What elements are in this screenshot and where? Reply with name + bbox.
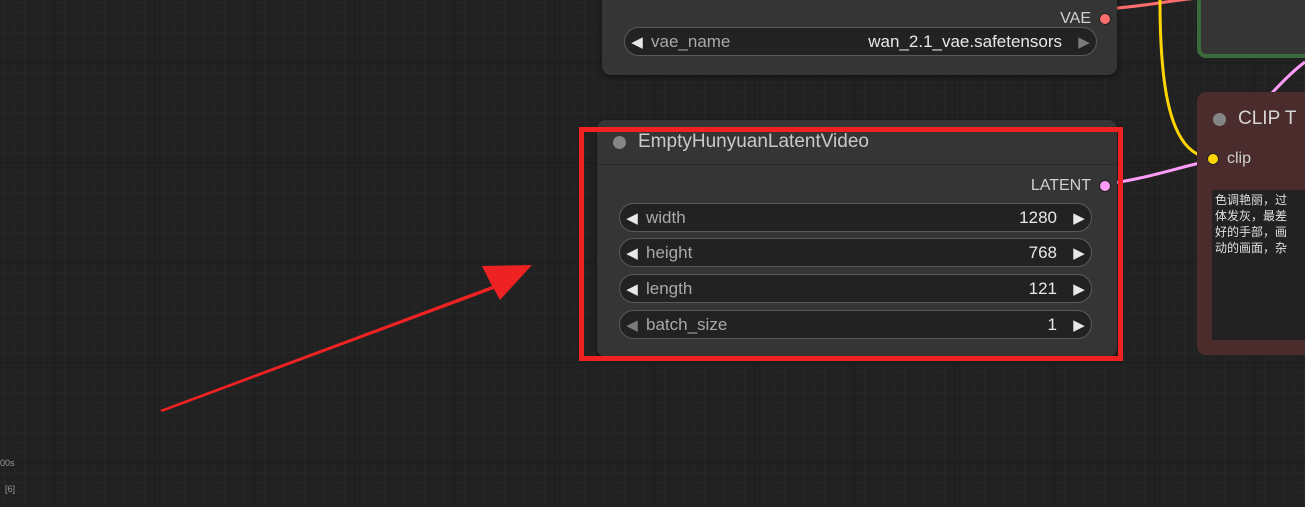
increment-arrow-icon[interactable]: ▶ bbox=[1072, 33, 1096, 51]
vae-output-dot[interactable] bbox=[1099, 13, 1111, 25]
highlight-box bbox=[579, 127, 1123, 361]
collapse-dot-icon[interactable] bbox=[1213, 112, 1226, 126]
widget-value: wan_2.1_vae.safetensors bbox=[868, 31, 1062, 51]
green-node[interactable] bbox=[1197, 0, 1305, 58]
node-title: CLIP T bbox=[1238, 108, 1297, 129]
node-header[interactable]: CLIP T bbox=[1213, 108, 1296, 130]
clip-input-dot[interactable] bbox=[1207, 153, 1219, 165]
widget-label: vae_name bbox=[651, 31, 731, 51]
vae-output-label: VAE bbox=[1060, 10, 1091, 27]
clip-input-label: clip bbox=[1227, 150, 1252, 167]
vae-name-widget[interactable]: ◀ vae_name wan_2.1_vae.safetensors ▶ bbox=[624, 27, 1097, 56]
clip-input-slot[interactable]: clip bbox=[1207, 150, 1251, 168]
vae-output-slot[interactable]: VAE bbox=[1060, 10, 1111, 28]
prompt-textarea[interactable]: 色调艳丽，过 体发灰，最差 好的手部，画 动的画面，杂 bbox=[1212, 190, 1305, 340]
node-graph-canvas[interactable]: VAE ◀ vae_name wan_2.1_vae.safetensors ▶… bbox=[0, 0, 1305, 507]
stats-text-line2: [6] bbox=[5, 484, 16, 494]
vae-link bbox=[1104, 0, 1194, 11]
decrement-arrow-icon[interactable]: ◀ bbox=[625, 33, 649, 51]
vae-loader-node[interactable]: VAE ◀ vae_name wan_2.1_vae.safetensors ▶ bbox=[602, 0, 1117, 75]
stats-text-line1: 00s bbox=[0, 458, 15, 468]
